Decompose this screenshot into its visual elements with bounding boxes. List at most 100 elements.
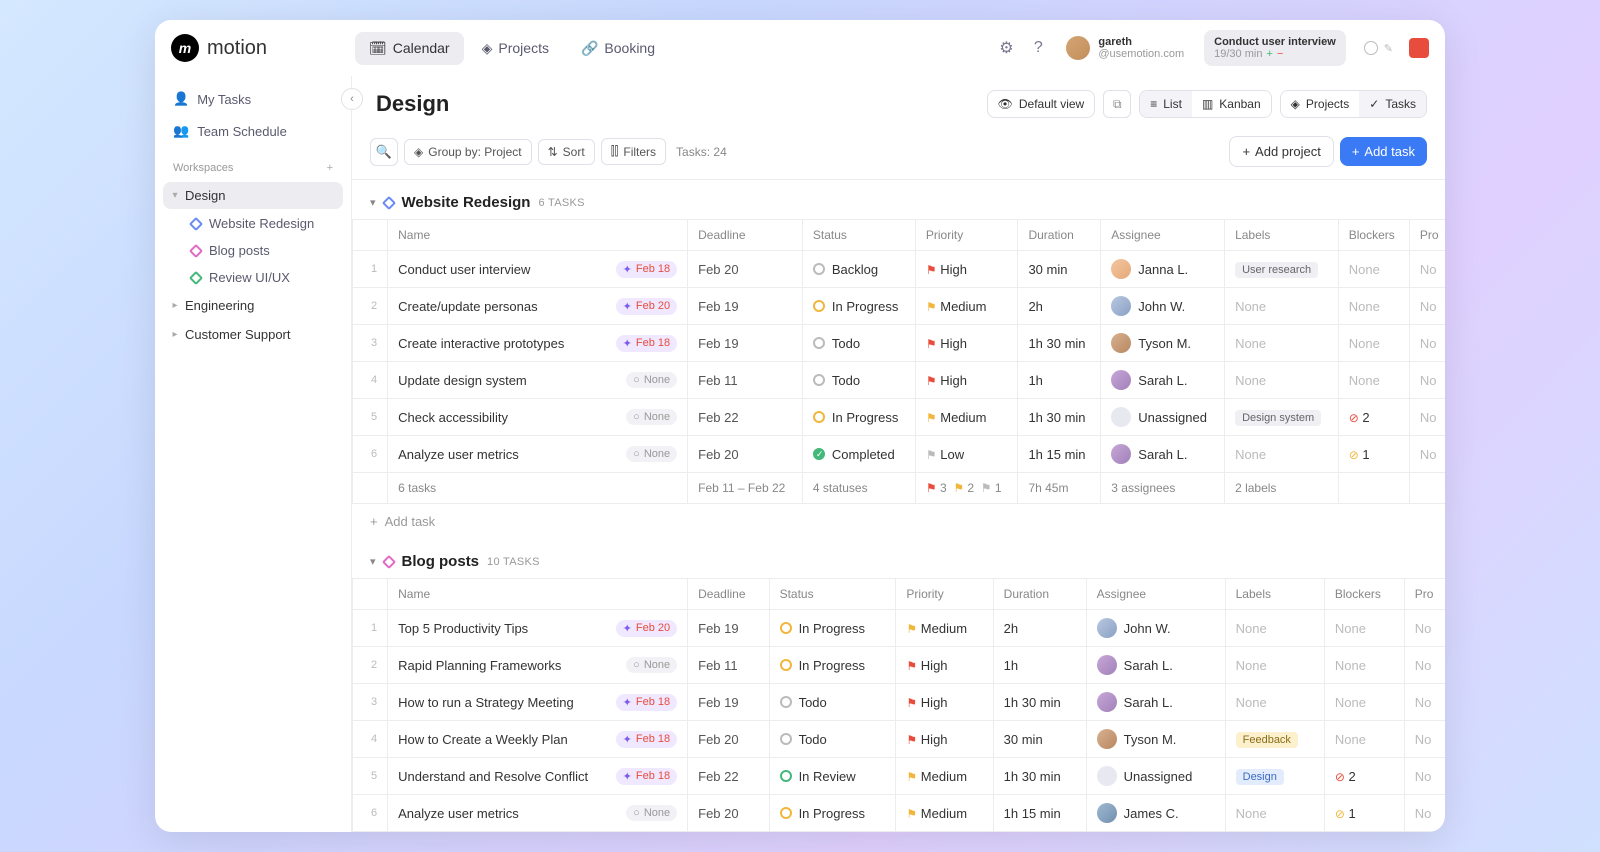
nav-booking[interactable]: 🔗 Booking [567,32,669,65]
auto-schedule-pill[interactable]: ✦ Feb 18 [616,731,677,748]
search-button[interactable]: 🔍 [370,138,398,166]
nav-projects[interactable]: ◈ Projects [468,32,563,65]
task-list-scroll[interactable]: ▾ Website Redesign 6 TASKS Name Deadline… [352,180,1445,832]
assignee-cell[interactable]: James C. [1097,803,1215,823]
duration-cell[interactable]: 1h [993,647,1086,684]
auto-schedule-pill[interactable]: ✦ Feb 18 [616,694,677,711]
circle-icon[interactable] [1364,41,1378,55]
priority-cell[interactable]: ⚑ Low [915,436,1018,473]
ws-sub-review-uiux[interactable]: Review UI/UX [163,265,343,290]
project-cell[interactable]: No [1404,795,1445,832]
task-row[interactable]: 4 How to Create a Weekly Plan ✦ Feb 18 F… [353,721,1446,758]
priority-cell[interactable]: ⚑ Medium [915,399,1018,436]
assignee-cell[interactable]: Sarah L. [1111,444,1214,464]
labels-cell[interactable]: None [1225,325,1339,362]
deadline-cell[interactable]: Feb 20 [688,251,803,288]
task-row[interactable]: 4 Update design system ○ None Feb 11 Tod… [353,362,1446,399]
assignee-cell[interactable]: Sarah L. [1097,655,1215,675]
duration-cell[interactable]: 1h 30 min [993,758,1086,795]
assignee-cell[interactable]: Sarah L. [1111,370,1214,390]
list-view-button[interactable]: ≡ List [1140,91,1192,117]
priority-cell[interactable]: ⚑ High [896,684,993,721]
project-cell[interactable]: No [1404,684,1445,721]
duration-cell[interactable]: 2h [1018,288,1101,325]
blockers-cell[interactable]: None [1338,362,1409,399]
project-cell[interactable]: No [1409,251,1445,288]
duration-cell[interactable]: 30 min [993,721,1086,758]
deadline-cell[interactable]: Feb 20 [688,436,803,473]
add-workspace-icon[interactable]: + [327,162,333,174]
sidebar-my-tasks[interactable]: 👤 My Tasks [163,84,343,114]
status-cell[interactable]: Todo [780,695,886,710]
auto-schedule-pill[interactable]: ✦ Feb 20 [616,620,677,637]
col-name[interactable]: Name [388,220,688,251]
labels-cell[interactable]: None [1225,362,1339,399]
priority-cell[interactable]: ⚑ Medium [896,795,993,832]
projects-toggle[interactable]: ◈ Projects [1281,91,1360,117]
priority-cell[interactable]: ⚑ Medium [915,288,1018,325]
col-project[interactable]: Pro [1404,579,1445,610]
default-view-chip[interactable]: 👁 Default view [987,90,1096,118]
auto-schedule-pill[interactable]: ○ None [626,409,677,425]
auto-schedule-pill[interactable]: ○ None [626,372,677,388]
blockers-cell[interactable]: ⊘ 2 [1338,399,1409,436]
labels-cell[interactable]: None [1225,795,1324,832]
col-project[interactable]: Pro [1409,220,1445,251]
assignee-cell[interactable]: Unassigned [1097,766,1215,786]
deadline-cell[interactable]: Feb 19 [688,684,769,721]
kanban-view-button[interactable]: ▥ Kanban [1192,91,1271,117]
blockers-cell[interactable]: ⊘ 1 [1338,436,1409,473]
blockers-cell[interactable]: None [1338,325,1409,362]
col-status[interactable]: Status [769,579,896,610]
duration-cell[interactable]: 1h 15 min [1018,436,1101,473]
status-cell[interactable]: In Review [780,769,886,784]
task-row[interactable]: 2 Create/update personas ✦ Feb 20 Feb 19… [353,288,1446,325]
assignee-cell[interactable]: John W. [1097,618,1215,638]
labels-cell[interactable]: Design system [1225,399,1339,436]
plus-icon[interactable]: + [1266,48,1272,60]
project-cell[interactable]: No [1404,610,1445,647]
assignee-cell[interactable]: Unassigned [1111,407,1214,427]
status-cell[interactable]: Todo [813,373,905,388]
project-cell[interactable]: No [1404,647,1445,684]
col-priority[interactable]: Priority [896,579,993,610]
labels-cell[interactable]: None [1225,288,1339,325]
project-cell[interactable]: No [1404,758,1445,795]
duration-cell[interactable]: 1h [1018,362,1101,399]
deadline-cell[interactable]: Feb 11 [688,647,769,684]
add-task-inline[interactable]: + Add task [352,504,1445,539]
blockers-cell[interactable]: None [1338,251,1409,288]
task-row[interactable]: 1 Conduct user interview ✦ Feb 18 Feb 20… [353,251,1446,288]
status-cell[interactable]: In Progress [813,410,905,425]
sort-chip[interactable]: ⇅ Sort [538,139,595,165]
col-deadline[interactable]: Deadline [688,220,803,251]
add-project-button[interactable]: + Add project [1229,136,1333,167]
ws-design[interactable]: ▾ Design [163,182,343,209]
col-labels[interactable]: Labels [1225,220,1339,251]
labels-cell[interactable]: None [1225,647,1324,684]
deadline-cell[interactable]: Feb 22 [688,758,769,795]
col-name[interactable]: Name [388,579,688,610]
collapse-sidebar-button[interactable]: ‹ [341,88,363,110]
minus-icon[interactable]: − [1277,48,1283,60]
assignee-cell[interactable]: Janna L. [1111,259,1214,279]
pencil-icon[interactable]: ✎ [1384,42,1393,55]
blockers-cell[interactable]: None [1338,288,1409,325]
ws-engineering[interactable]: ▸ Engineering [163,292,343,319]
deadline-cell[interactable]: Feb 22 [688,399,803,436]
duration-cell[interactable]: 1h 30 min [1018,325,1101,362]
auto-schedule-pill[interactable]: ✦ Feb 18 [616,261,677,278]
col-duration[interactable]: Duration [1018,220,1101,251]
labels-cell[interactable]: Feedback [1225,721,1324,758]
task-row[interactable]: 5 Check accessibility ○ None Feb 22 In P… [353,399,1446,436]
status-cell[interactable]: In Progress [780,621,886,636]
task-row[interactable]: 6 Analyze user metrics ○ None Feb 20 In … [353,795,1446,832]
col-deadline[interactable]: Deadline [688,579,769,610]
add-task-button[interactable]: + Add task [1340,137,1427,166]
duration-cell[interactable]: 30 min [1018,251,1101,288]
priority-cell[interactable]: ⚑ Medium [896,610,993,647]
blockers-cell[interactable]: None [1324,721,1404,758]
task-row[interactable]: 2 Rapid Planning Frameworks ○ None Feb 1… [353,647,1446,684]
blockers-cell[interactable]: None [1324,647,1404,684]
col-assignee[interactable]: Assignee [1086,579,1225,610]
